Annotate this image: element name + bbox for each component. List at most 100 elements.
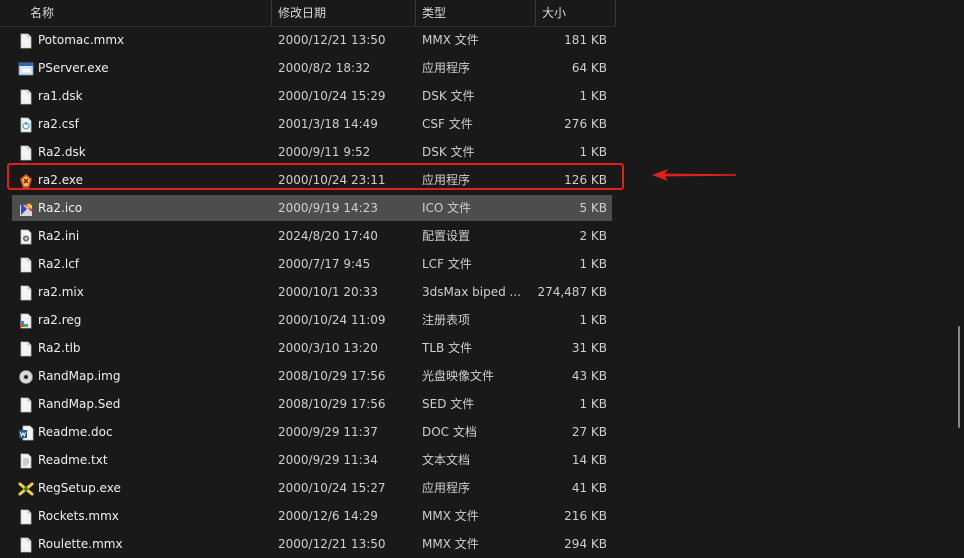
settings-file-icon bbox=[18, 228, 34, 245]
file-name: Roulette.mmx bbox=[38, 537, 123, 551]
file-modified-date: 2000/12/21 13:50 bbox=[278, 33, 386, 47]
file-name: ra2.csf bbox=[38, 117, 79, 131]
text-file-icon bbox=[18, 452, 34, 469]
registry-file-icon bbox=[18, 312, 34, 329]
file-name: Potomac.mmx bbox=[38, 33, 125, 47]
file-name: ra2.reg bbox=[38, 313, 82, 327]
file-modified-date: 2008/10/29 17:56 bbox=[278, 397, 386, 411]
blank-file-icon bbox=[18, 284, 34, 301]
red-arrow-icon bbox=[652, 169, 736, 181]
file-row[interactable]: PServer.exe 2000/8/2 18:32 应用程序 64 KB bbox=[12, 55, 612, 81]
file-size: 64 KB bbox=[571, 61, 607, 75]
file-row[interactable]: RandMap.Sed 2008/10/29 17:56 SED 文件 1 KB bbox=[12, 391, 612, 417]
column-header-bar: 名称 修改日期 类型 大小 bbox=[0, 0, 616, 27]
file-row[interactable]: Ra2.lcf 2000/7/17 9:45 LCF 文件 1 KB bbox=[12, 251, 612, 277]
file-row[interactable]: Readme.doc 2000/9/29 11:37 DOC 文档 27 KB bbox=[12, 419, 612, 445]
file-size: 43 KB bbox=[571, 369, 607, 383]
column-header-name-label: 名称 bbox=[30, 6, 55, 20]
file-type: MMX 文件 bbox=[422, 33, 479, 47]
file-size: 216 KB bbox=[564, 509, 607, 523]
column-header-date-label: 修改日期 bbox=[278, 6, 327, 20]
file-name: Readme.doc bbox=[38, 425, 113, 439]
file-size: 1 KB bbox=[579, 257, 607, 271]
file-type: 文本文档 bbox=[422, 453, 471, 467]
app-window-icon bbox=[18, 60, 34, 76]
blank-file-icon bbox=[18, 508, 34, 525]
column-header-date[interactable]: 修改日期 bbox=[272, 0, 416, 26]
file-size: 14 KB bbox=[571, 453, 607, 467]
file-modified-date: 2000/9/11 9:52 bbox=[278, 145, 371, 159]
column-header-type[interactable]: 类型 bbox=[416, 0, 536, 26]
file-size: 1 KB bbox=[579, 89, 607, 103]
file-type: 注册表项 bbox=[422, 313, 471, 327]
file-size: 181 KB bbox=[564, 33, 607, 47]
ra2-ico-icon bbox=[18, 200, 34, 216]
vertical-scrollbar[interactable] bbox=[958, 326, 960, 428]
file-explorer-list: 名称 修改日期 类型 大小 Potomac.mmx 2000/12/21 13:5… bbox=[0, 0, 964, 558]
file-name: RandMap.Sed bbox=[38, 397, 121, 411]
file-name: RegSetup.exe bbox=[38, 481, 121, 495]
file-row[interactable]: Ra2.ini 2024/8/20 17:40 配置设置 2 KB bbox=[12, 223, 612, 249]
file-type: LCF 文件 bbox=[422, 257, 472, 271]
file-modified-date: 2000/9/29 11:37 bbox=[278, 425, 378, 439]
file-row[interactable]: RegSetup.exe 2000/10/24 15:27 应用程序 41 KB bbox=[12, 475, 612, 501]
file-modified-date: 2008/10/29 17:56 bbox=[278, 369, 386, 383]
file-row[interactable]: ra1.dsk 2000/10/24 15:29 DSK 文件 1 KB bbox=[12, 83, 612, 109]
file-size: 1 KB bbox=[579, 145, 607, 159]
regsetup-app-icon bbox=[18, 480, 34, 496]
file-row[interactable]: Rockets.mmx 2000/12/6 14:29 MMX 文件 216 KB bbox=[12, 503, 612, 529]
file-modified-date: 2000/3/10 13:20 bbox=[278, 341, 378, 355]
file-name: Ra2.lcf bbox=[38, 257, 80, 271]
file-size: 1 KB bbox=[579, 397, 607, 411]
file-type: DSK 文件 bbox=[422, 89, 475, 103]
file-modified-date: 2000/12/6 14:29 bbox=[278, 509, 378, 523]
blank-file-icon bbox=[18, 256, 34, 273]
file-modified-date: 2024/8/20 17:40 bbox=[278, 229, 378, 243]
file-row[interactable]: Ra2.ico 2000/9/19 14:23 ICO 文件 5 KB bbox=[12, 195, 612, 221]
file-type: DSK 文件 bbox=[422, 145, 475, 159]
file-name: ra1.dsk bbox=[38, 89, 83, 103]
file-type: MMX 文件 bbox=[422, 509, 479, 523]
file-name: Ra2.ico bbox=[38, 201, 83, 215]
blank-file-icon bbox=[18, 536, 34, 553]
file-name: Ra2.dsk bbox=[38, 145, 86, 159]
file-type: 配置设置 bbox=[422, 229, 471, 243]
file-name: Readme.txt bbox=[38, 453, 108, 467]
file-type: 应用程序 bbox=[422, 61, 471, 75]
column-header-type-label: 类型 bbox=[422, 6, 447, 20]
file-row[interactable]: ra2.csf 2001/3/18 14:49 CSF 文件 276 KB bbox=[12, 111, 612, 137]
blank-file-icon bbox=[18, 340, 34, 357]
word-doc-icon bbox=[18, 424, 34, 441]
file-row[interactable]: Potomac.mmx 2000/12/21 13:50 MMX 文件 181 KB bbox=[12, 27, 612, 53]
blank-file-icon bbox=[18, 88, 34, 105]
file-size: 274,487 KB bbox=[537, 285, 607, 299]
sort-ascending-icon bbox=[164, 0, 177, 5]
file-size: 5 KB bbox=[579, 201, 607, 215]
file-row[interactable]: ra2.mix 2000/10/1 20:33 3dsMax biped ... 27… bbox=[12, 279, 612, 305]
file-row[interactable]: RandMap.img 2008/10/29 17:56 光盘映像文件 43 KB bbox=[12, 363, 612, 389]
file-row[interactable]: ra2.reg 2000/10/24 11:09 注册表项 1 KB bbox=[12, 307, 612, 333]
file-type: MMX 文件 bbox=[422, 537, 479, 551]
file-name: PServer.exe bbox=[38, 61, 109, 75]
file-modified-date: 2001/3/18 14:49 bbox=[278, 117, 378, 131]
file-name: Ra2.tlb bbox=[38, 341, 81, 355]
csf-file-icon bbox=[18, 116, 34, 133]
file-type: 应用程序 bbox=[422, 481, 471, 495]
column-header-name[interactable]: 名称 bbox=[24, 0, 272, 26]
file-row[interactable]: Ra2.tlb 2000/3/10 13:20 TLB 文件 31 KB bbox=[12, 335, 612, 361]
blank-file-icon bbox=[18, 32, 34, 49]
file-row[interactable]: Readme.txt 2000/9/29 11:34 文本文档 14 KB bbox=[12, 447, 612, 473]
file-type: 光盘映像文件 bbox=[422, 369, 495, 383]
file-name: Ra2.ini bbox=[38, 229, 80, 243]
file-size: 276 KB bbox=[564, 117, 607, 131]
file-size: 2 KB bbox=[579, 229, 607, 243]
column-header-size[interactable]: 大小 bbox=[536, 0, 616, 26]
file-row[interactable]: Roulette.mmx 2000/12/21 13:50 MMX 文件 294 KB bbox=[12, 531, 612, 557]
file-type: 3dsMax biped ... bbox=[422, 285, 521, 299]
file-type: CSF 文件 bbox=[422, 117, 473, 131]
file-type: TLB 文件 bbox=[422, 341, 473, 355]
file-size: 294 KB bbox=[564, 537, 607, 551]
blank-file-icon bbox=[18, 144, 34, 161]
file-row[interactable]: Ra2.dsk 2000/9/11 9:52 DSK 文件 1 KB bbox=[12, 139, 612, 165]
highlight-box bbox=[7, 163, 624, 190]
